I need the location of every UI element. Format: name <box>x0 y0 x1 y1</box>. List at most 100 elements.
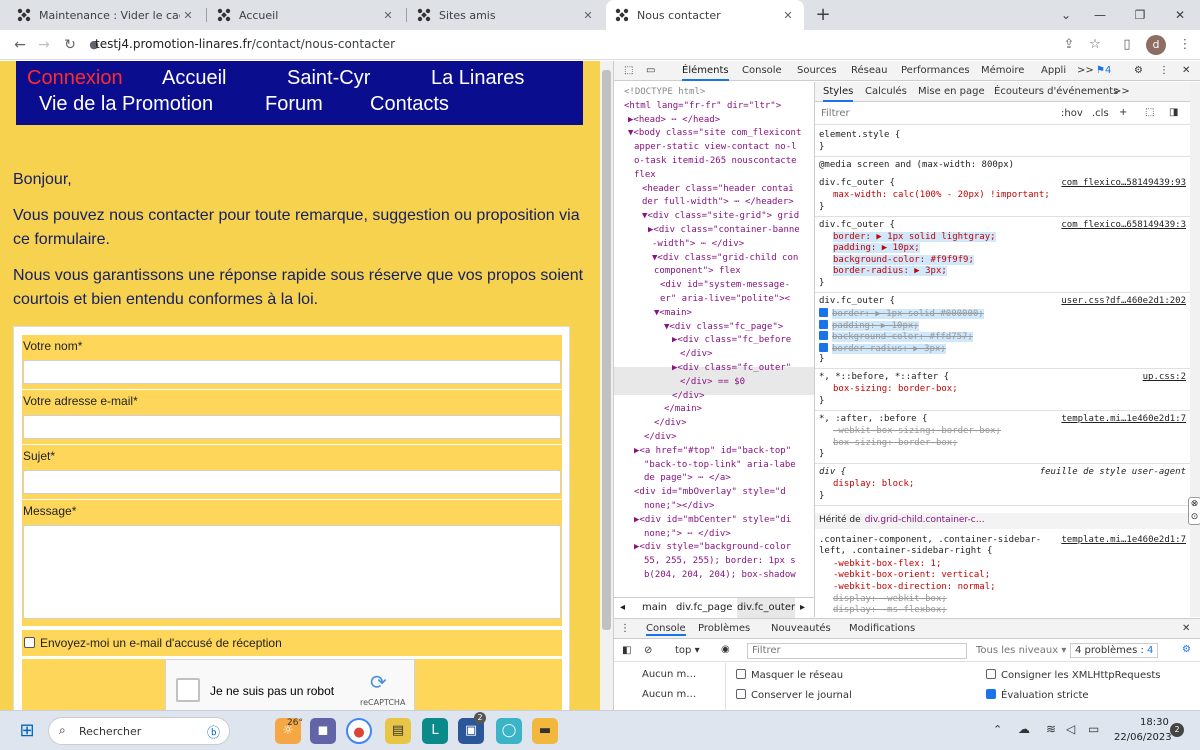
close-icon[interactable]: ✕ <box>380 9 396 22</box>
rule-selector[interactable]: div { <box>819 467 846 477</box>
maximize-button[interactable]: ❐ <box>1120 0 1160 30</box>
css-declaration[interactable]: border-radius: ▶ 3px; <box>819 342 946 354</box>
forward-icon[interactable]: → <box>32 30 56 60</box>
tab-sources[interactable]: Sources <box>797 61 837 81</box>
settings-icon[interactable]: ⚙ <box>1134 61 1143 81</box>
inherited-node-link[interactable]: div.grid-child.container-c… <box>865 515 985 525</box>
dom-node-line[interactable]: der full-width"> ⋯ </header> <box>642 196 794 210</box>
drawer-tab-console[interactable]: Console <box>646 623 686 636</box>
dom-node-line[interactable]: apper-static view-contact no-l <box>634 141 797 155</box>
css-declaration[interactable]: max-width: calc(100% - 20px) !important; <box>833 190 1050 200</box>
weather-icon[interactable]: 26° ☼ <box>275 718 303 744</box>
dom-node-line[interactable]: ▼<main> <box>654 307 692 321</box>
dom-node-line[interactable]: ▶<div class="fc_before <box>672 334 791 348</box>
context-select[interactable]: top ▾ <box>675 645 700 656</box>
console-sidebar-item[interactable]: Aucun m… <box>642 689 696 700</box>
sidepanel-icon[interactable]: ▯ <box>1118 36 1136 54</box>
name-input[interactable] <box>23 360 561 384</box>
console-option[interactable]: Évaluation stricte <box>986 689 1089 701</box>
message-textarea[interactable] <box>23 525 561 619</box>
css-declaration[interactable]: display: block; <box>833 479 914 489</box>
tab-layout[interactable]: Mise en page <box>918 82 985 102</box>
dom-node-line[interactable]: none;"> ⋯ </div> <box>644 528 731 542</box>
crumb-left-icon[interactable]: ◂ <box>620 598 625 618</box>
dom-node-line[interactable]: 55, 255, 255); border: 1px s <box>644 555 796 569</box>
css-declaration[interactable]: background-color: #f9f9f9; <box>833 254 974 265</box>
dom-node-line[interactable]: </main> <box>664 403 702 417</box>
dom-node-line[interactable]: ▶<a href="#top" id="back-top" <box>634 445 791 459</box>
css-declaration[interactable]: border: ▶ 1px solid #000000; <box>819 308 984 319</box>
dom-node-line[interactable]: ▶<head> ⋯ </head> <box>628 114 720 128</box>
nav-vie-promotion[interactable]: Vie de la Promotion <box>39 93 213 116</box>
rule-selector[interactable]: div.fc_outer { <box>819 296 895 306</box>
close-icon[interactable]: ✕ <box>780 9 796 22</box>
speaker-icon[interactable]: ◁ <box>1066 722 1075 736</box>
drawer-tab-issues[interactable]: Problèmes <box>698 623 750 634</box>
drawer-menu-icon[interactable]: ⋮ <box>620 623 630 634</box>
close-window-button[interactable]: ✕ <box>1160 0 1200 30</box>
levels-select[interactable]: Tous les niveaux ▾ <box>976 645 1066 656</box>
minimize-button[interactable]: — <box>1080 0 1120 30</box>
dom-node-line[interactable]: none;"></div> <box>644 500 714 514</box>
console-option[interactable]: Conserver le journal <box>736 689 852 701</box>
dom-node-line[interactable]: b(204, 204, 204); box-shadow <box>644 569 796 583</box>
dom-node-line[interactable]: <html lang="fr-fr" dir="ltr"> <box>624 100 781 114</box>
chrome-icon[interactable]: ● <box>346 718 372 744</box>
more-tabs[interactable]: >> <box>1113 82 1130 102</box>
close-icon[interactable]: ✕ <box>180 9 196 22</box>
sidebar-toggle-icon[interactable]: ◨ <box>1169 107 1178 118</box>
tab-computed[interactable]: Calculés <box>865 82 907 102</box>
dom-node-line[interactable]: ▼<body class="site com_flexicont <box>628 127 801 141</box>
copy-checkbox[interactable] <box>24 637 35 648</box>
paint-icon[interactable]: ⬚ <box>1145 107 1154 118</box>
option-checkbox[interactable] <box>986 689 996 699</box>
tab-console[interactable]: Console <box>742 61 782 81</box>
rule-source-link[interactable]: template.mi…1e460e2d1:7 <box>1061 414 1186 424</box>
css-declaration[interactable]: -webkit-box-flex: 1; <box>833 559 941 569</box>
extension-icons[interactable]: ⊗ ⊙ <box>1188 497 1200 525</box>
console-option[interactable]: Consigner les XMLHttpRequests <box>986 669 1160 681</box>
dom-node-line[interactable]: ▶<div class="fc_outer" <box>672 362 791 376</box>
rule-selector[interactable]: *, :after, :before { <box>819 414 927 424</box>
css-declaration[interactable]: box-sizing: border-box; <box>833 438 958 448</box>
dom-node-line[interactable]: de page"> ⋯ </a> <box>644 472 731 486</box>
rule-selector[interactable]: div.fc_outer { <box>819 178 895 188</box>
cls-toggle[interactable]: .cls <box>1092 108 1109 119</box>
page-scrollbar-thumb[interactable] <box>602 70 611 630</box>
tab-maintenance[interactable]: Maintenance : Vider le cache - Si ✕ <box>8 0 204 30</box>
option-checkbox[interactable] <box>736 689 746 699</box>
dom-node-line[interactable]: ▶<div class="container-banne <box>648 224 800 238</box>
dom-node-line[interactable]: </div> <box>672 390 705 404</box>
cloud-icon[interactable]: ☁ <box>1018 722 1030 736</box>
subject-input[interactable] <box>23 470 561 494</box>
crumb-fc-page[interactable]: div.fc_page <box>676 598 732 618</box>
nav-accueil[interactable]: Accueil <box>162 67 226 90</box>
declaration-checkbox[interactable] <box>819 331 828 341</box>
wifi-icon[interactable]: ≋ <box>1046 722 1056 736</box>
notification-badge[interactable]: 2 <box>1170 723 1184 737</box>
inherited-selector[interactable]: .container-component, .container-sidebar… <box>819 535 1049 557</box>
app-l-icon[interactable]: L <box>422 718 448 744</box>
dom-node-line[interactable]: ▼<div class="grid-child con <box>652 252 798 266</box>
dom-node-line[interactable]: ▼<div class="site-grid"> grid <box>642 210 799 224</box>
clear-console-icon[interactable]: ⊘ <box>644 645 652 656</box>
dom-node-line[interactable]: </div> <box>654 417 687 431</box>
rule-source-link[interactable]: template.mi…1e460e2d1:7 <box>1061 535 1186 545</box>
css-declaration[interactable]: padding: ▶ 10px; <box>819 319 919 331</box>
console-filter-input[interactable]: Filtrer <box>747 643 967 659</box>
declaration-checkbox[interactable] <box>819 319 828 329</box>
rule-selector[interactable]: *, *::before, *::after { <box>819 372 949 382</box>
tab-memory[interactable]: Mémoire <box>981 61 1024 81</box>
dom-node-line[interactable]: <div id="system-message- <box>660 279 790 293</box>
dom-node-line[interactable]: ▼<div class="fc_page"> <box>664 321 783 335</box>
crumb-main[interactable]: main <box>642 598 667 618</box>
rule-source-link[interactable]: com_flexico…58149439:93 <box>1061 178 1186 188</box>
css-declaration[interactable]: background-color: #ffd757; <box>819 331 973 343</box>
avatar[interactable]: d <box>1146 35 1166 55</box>
css-declaration[interactable]: -webkit-box-sizing: border-box; <box>833 426 1001 436</box>
nav-saint-cyr[interactable]: Saint-Cyr <box>287 67 370 90</box>
tab-styles[interactable]: Styles <box>823 82 854 102</box>
rule-source-link[interactable]: up.css:2 <box>1143 372 1186 382</box>
captcha-checkbox[interactable] <box>176 678 200 702</box>
dom-node-line[interactable]: </div> <box>644 431 677 445</box>
